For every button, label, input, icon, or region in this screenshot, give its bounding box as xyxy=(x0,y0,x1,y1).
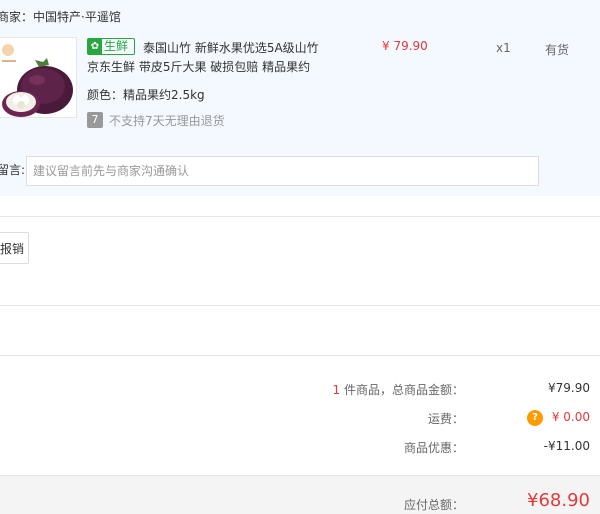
fresh-badge-label: 生鲜 xyxy=(104,39,129,53)
seller-label: 商家： xyxy=(0,10,34,24)
seller-name[interactable]: 中国特产·平遥馆 xyxy=(33,10,121,24)
summary-items-row: 1 件商品，总商品金额： ¥79.90 xyxy=(0,381,600,401)
invoice-reimburse-button[interactable]: 报销 xyxy=(0,232,29,264)
summary-shipping-row: 运费： ? ¥ 0.00 xyxy=(0,410,600,430)
discount-label: 商品优惠： xyxy=(403,441,464,455)
note-input[interactable] xyxy=(26,156,539,186)
divider xyxy=(0,355,600,356)
stock-status: 有货 xyxy=(545,43,570,57)
seller-info: 商家：中国特产·平遥馆 xyxy=(0,8,121,25)
divider xyxy=(0,305,600,306)
payable-total-bar: 应付总额： ¥68.90 xyxy=(0,475,600,514)
payable-value: ¥68.90 xyxy=(527,490,590,511)
return-policy-text: 不支持7天无理由退货 xyxy=(109,114,225,128)
color-label: 颜色： xyxy=(87,88,124,102)
product-quantity: x1 xyxy=(496,41,511,55)
shipping-label: 运费： xyxy=(427,412,464,426)
product-thumbnail[interactable] xyxy=(0,37,77,118)
items-total-label: 1 件商品，总商品金额： xyxy=(332,383,464,397)
shop-order-panel: 商家：中国特产·平遥馆 ✿ 生鲜 泰国山竹 新鲜水果优选5A级山竹 京东生鲜 带皮… xyxy=(0,0,600,196)
product-color: 颜色：精品果约2.5kg xyxy=(87,86,205,103)
divider xyxy=(0,216,600,217)
items-total-value: ¥79.90 xyxy=(548,381,590,395)
fresh-badge: ✿ 生鲜 xyxy=(87,38,135,55)
product-price: ¥ 79.90 xyxy=(382,39,428,53)
summary-discount-row: 商品优惠： -¥11.00 xyxy=(0,439,600,459)
mangosteen-image xyxy=(0,38,76,117)
product-title-line2[interactable]: 京东生鲜 带皮5斤大果 破损包赔 精品果约 xyxy=(87,58,310,75)
shipping-help-icon[interactable]: ? xyxy=(527,410,543,426)
discount-value: -¥11.00 xyxy=(543,439,590,453)
payable-label: 应付总额： xyxy=(403,498,464,512)
fresh-leaf-icon: ✿ xyxy=(88,39,102,54)
product-title-line1[interactable]: 泰国山竹 新鲜水果优选5A级山竹 xyxy=(143,39,319,56)
note-label: 留言: xyxy=(0,163,26,177)
shipping-value: ¥ 0.00 xyxy=(551,410,590,424)
no-return-icon: 7 xyxy=(87,112,103,128)
color-value: 精品果约2.5kg xyxy=(123,88,205,102)
